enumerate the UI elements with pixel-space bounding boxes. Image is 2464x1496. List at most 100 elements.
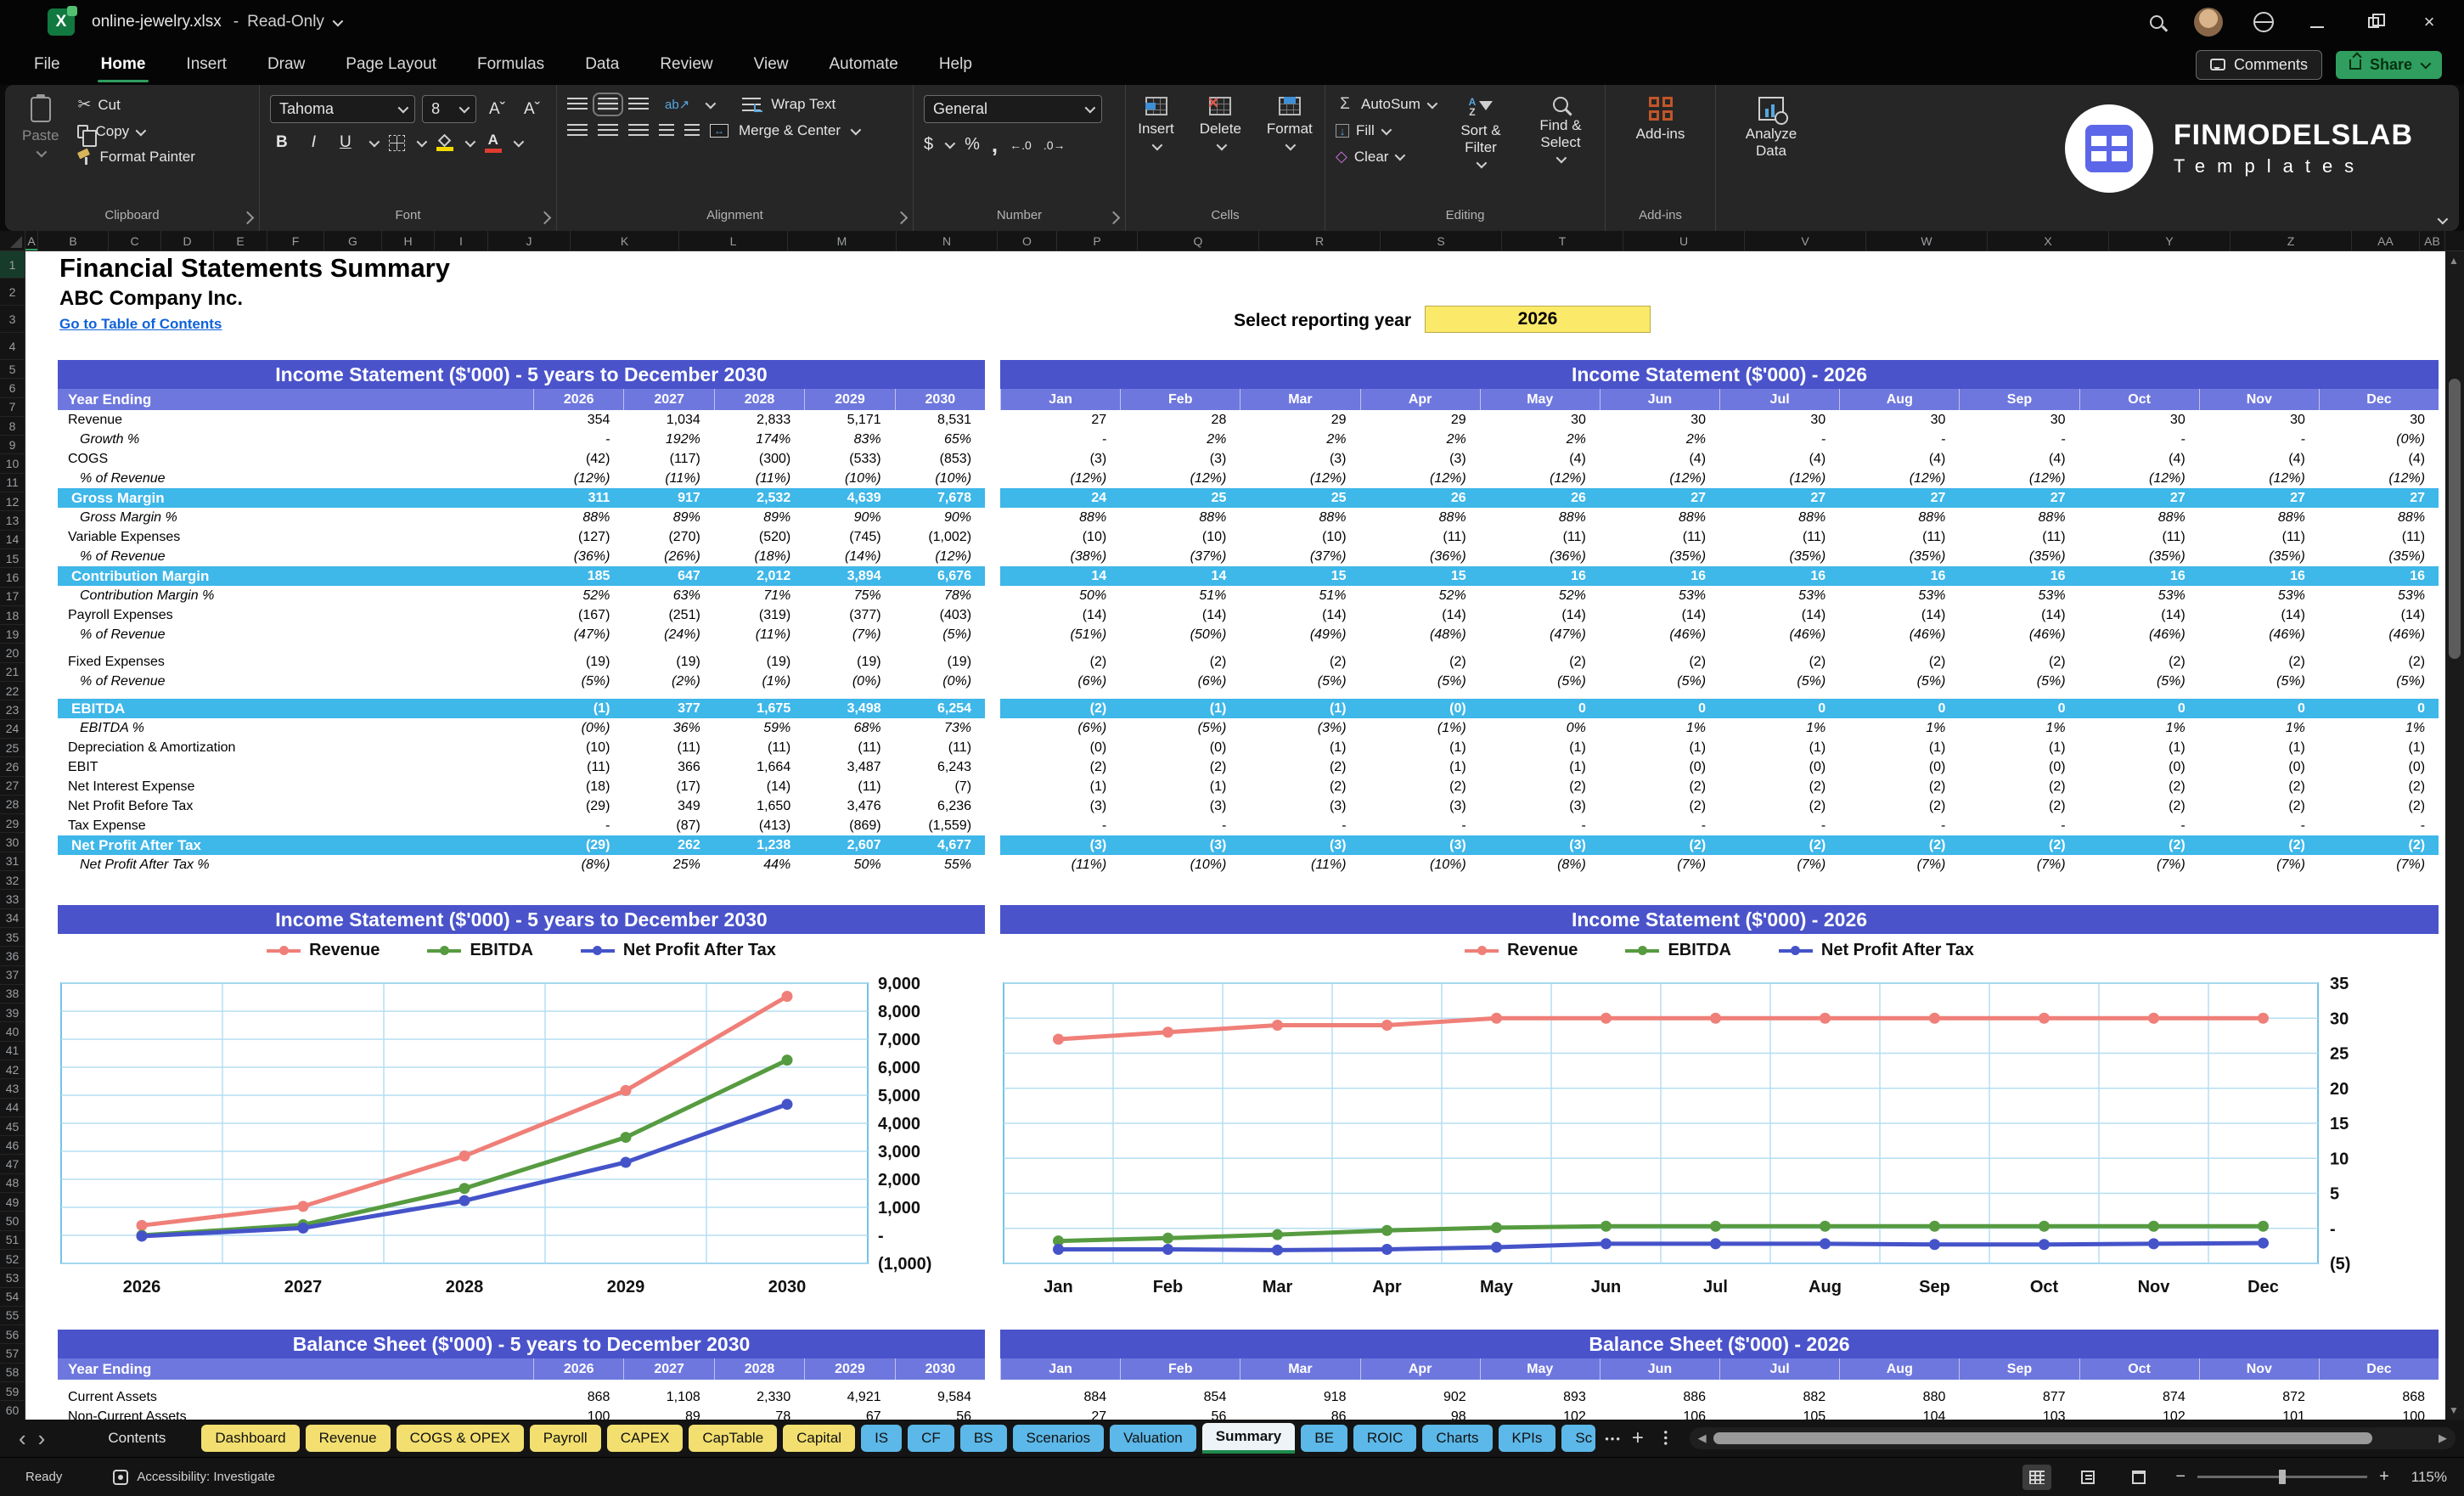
row-header-30[interactable]: 30 xyxy=(0,833,25,852)
cell-value[interactable]: (51%) xyxy=(1000,625,1120,644)
cell-value[interactable]: 53% xyxy=(1719,586,1839,605)
row-header-22[interactable]: 22 xyxy=(0,682,25,701)
table-row[interactable]: (3) (3) (3) (3) (4) (4) (4) (4) (4) (4) (4) (4) xyxy=(1000,449,2439,469)
table-row[interactable]: Non-Current Assets 100 89 78 67 56 xyxy=(58,1407,985,1420)
row-header-54[interactable]: 54 xyxy=(0,1288,25,1307)
cell-value[interactable]: (38%) xyxy=(1000,547,1120,566)
cell-value[interactable]: (2) xyxy=(1360,777,1480,796)
prev-sheet-icon[interactable]: ‹ xyxy=(19,1427,26,1449)
cell-value[interactable]: 26 xyxy=(1480,488,1600,508)
table-row[interactable]: 14 14 15 15 16 16 16 16 16 16 16 16 xyxy=(1000,566,2439,586)
table-row[interactable]: 27 56 86 98 102 106 105 104 103 102 101 100 xyxy=(1000,1407,2439,1420)
autosum-button[interactable]: Σ AutoSum xyxy=(1336,95,1438,114)
table-row[interactable]: (6%) (6%) (5%) (5%) (5%) (5%) (5%) (5%) (5%) (5%)… xyxy=(1000,672,2439,691)
share-button[interactable]: Share xyxy=(2335,50,2442,79)
cell-value[interactable]: (0) xyxy=(1120,738,1240,757)
cell-value[interactable]: (0%) xyxy=(533,718,623,738)
cell-value[interactable]: 2% xyxy=(1240,430,1359,449)
menu-tab-page-layout[interactable]: Page Layout xyxy=(342,48,440,81)
cell-value[interactable]: 50% xyxy=(1000,586,1120,605)
format-cells-button[interactable]: Format xyxy=(1260,95,1319,152)
increase-indent-button[interactable] xyxy=(684,124,700,138)
cell-value[interactable]: 27 xyxy=(2199,488,2319,508)
align-middle-button[interactable] xyxy=(593,93,623,116)
cell-value[interactable]: 88% xyxy=(533,508,623,527)
cell-value[interactable]: 5,171 xyxy=(804,410,894,430)
find-select-button[interactable]: Find & Select xyxy=(1527,95,1595,170)
cell-value[interactable]: 1% xyxy=(2199,718,2319,738)
cell-value[interactable]: 2,607 xyxy=(804,835,894,855)
cell-value[interactable]: 86 xyxy=(1240,1407,1359,1420)
row-header-23[interactable]: 23 xyxy=(0,700,25,720)
cell-value[interactable]: 52% xyxy=(1480,586,1600,605)
row-header-32[interactable]: 32 xyxy=(0,871,25,891)
cell-value[interactable]: (11) xyxy=(1600,527,1719,547)
row-header-35[interactable]: 35 xyxy=(0,928,25,948)
column-header-L[interactable]: L xyxy=(679,231,788,250)
cell-value[interactable]: (5%) xyxy=(1719,672,1839,691)
cell-value[interactable]: (11) xyxy=(533,757,623,777)
cell-value[interactable]: 27 xyxy=(1000,410,1120,430)
cell-value[interactable]: (46%) xyxy=(1719,625,1839,644)
cell-value[interactable]: - xyxy=(2079,430,2199,449)
cell-value[interactable]: 1,664 xyxy=(714,757,804,777)
cell-value[interactable]: 50% xyxy=(804,855,894,875)
cell-value[interactable]: (2) xyxy=(1719,777,1839,796)
cell-value[interactable]: (4) xyxy=(2319,449,2439,469)
cell-value[interactable]: 877 xyxy=(1959,1387,2079,1407)
table-row[interactable]: (12%) (12%) (12%) (12%) (12%) (12%) (12%) (12%)… xyxy=(1000,469,2439,488)
cell-value[interactable]: 1,034 xyxy=(623,410,713,430)
cell-value[interactable]: (19) xyxy=(623,652,713,672)
reporting-year-input[interactable]: 2026 xyxy=(1425,306,1651,333)
restore-button[interactable] xyxy=(2360,11,2386,33)
cell-value[interactable]: (377) xyxy=(804,605,894,625)
cell-value[interactable]: (14) xyxy=(1959,605,2079,625)
cell-value[interactable]: (2) xyxy=(1600,835,1719,855)
cell-value[interactable]: (1,002) xyxy=(895,527,985,547)
row-header-8[interactable]: 8 xyxy=(0,417,25,436)
cell-value[interactable]: (3) xyxy=(1000,449,1120,469)
cell-value[interactable]: (12%) xyxy=(1360,469,1480,488)
cell-value[interactable]: 89 xyxy=(623,1407,713,1420)
cell-value[interactable]: 27 xyxy=(1000,1407,1120,1420)
row-header-55[interactable]: 55 xyxy=(0,1307,25,1326)
zoom-level[interactable]: 115% xyxy=(2411,1469,2447,1486)
cell-value[interactable]: 73% xyxy=(895,718,985,738)
cell-value[interactable]: (35%) xyxy=(1839,547,1959,566)
chevron-down-icon[interactable] xyxy=(368,136,380,147)
table-row[interactable]: (2) (1) (1) (0) 0 0 0 0 0 0 0 0 xyxy=(1000,699,2439,718)
cell-value[interactable]: (2) xyxy=(1839,652,1959,672)
cell-value[interactable]: 893 xyxy=(1480,1387,1600,1407)
row-header-33[interactable]: 33 xyxy=(0,890,25,909)
cell-value[interactable]: 6,236 xyxy=(895,796,985,816)
cell-value[interactable]: (2) xyxy=(1839,777,1959,796)
cell-value[interactable]: 1% xyxy=(2079,718,2199,738)
cell-value[interactable]: (11) xyxy=(623,738,713,757)
row-header-49[interactable]: 49 xyxy=(0,1193,25,1212)
cell-value[interactable]: (4) xyxy=(2199,449,2319,469)
decrease-decimal-button[interactable]: .0→ xyxy=(1044,138,1066,152)
row-header-24[interactable]: 24 xyxy=(0,720,25,739)
cell-value[interactable]: 78% xyxy=(895,586,985,605)
row-header-31[interactable]: 31 xyxy=(0,852,25,872)
cell-value[interactable]: 902 xyxy=(1360,1387,1480,1407)
row-header-16[interactable]: 16 xyxy=(0,568,25,588)
cell-value[interactable]: (4) xyxy=(2079,449,2199,469)
row-header-26[interactable]: 26 xyxy=(0,757,25,777)
cell-value[interactable]: 3,487 xyxy=(804,757,894,777)
cell-value[interactable]: (10%) xyxy=(804,469,894,488)
cell-value[interactable]: (7%) xyxy=(1959,855,2079,875)
cell-value[interactable]: (7%) xyxy=(1600,855,1719,875)
cell-value[interactable]: (10%) xyxy=(1120,855,1240,875)
format-painter-button[interactable]: Format Painter xyxy=(77,149,195,166)
cell-value[interactable]: (19) xyxy=(804,652,894,672)
cell-value[interactable]: 44% xyxy=(714,855,804,875)
cell-value[interactable]: (10) xyxy=(533,738,623,757)
cell-value[interactable]: 88% xyxy=(1480,508,1600,527)
cell-value[interactable]: (3) xyxy=(1000,796,1120,816)
cell-value[interactable]: 88% xyxy=(2319,508,2439,527)
cell-value[interactable]: (5%) xyxy=(1240,672,1359,691)
cell-value[interactable]: 2,012 xyxy=(714,566,804,586)
cell-value[interactable]: (19) xyxy=(714,652,804,672)
user-avatar[interactable] xyxy=(2194,8,2223,37)
